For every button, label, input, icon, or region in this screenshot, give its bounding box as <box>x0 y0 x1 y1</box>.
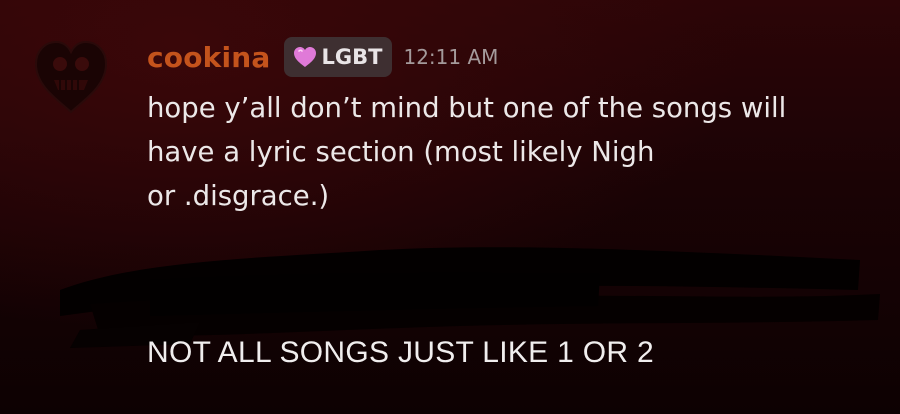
username[interactable]: cookina <box>147 41 271 74</box>
timestamp: 12:11 AM <box>403 45 499 69</box>
message-header: cookina LGBT 12:11 AM <box>147 36 498 78</box>
message-line: or .disgrace.) <box>147 180 330 212</box>
user-avatar[interactable] <box>30 34 112 116</box>
caption-text: NOT ALL SONGS JUST LIKE 1 OR 2 <box>147 336 654 369</box>
role-tag[interactable]: LGBT <box>283 37 393 77</box>
message-line: hope y’all don’t mind but one of the son… <box>147 92 787 124</box>
dark-heart-skull-avatar-icon <box>34 40 108 114</box>
message-content: hope y’all don’t mind but one of the son… <box>147 86 877 218</box>
message-line: have a lyric section (most likely Nigh <box>147 136 655 168</box>
pink-heart-icon <box>293 47 316 67</box>
role-label: LGBT <box>321 45 383 69</box>
chat-message: cookina LGBT 12:11 AM hope y’all don’t m… <box>0 0 900 414</box>
